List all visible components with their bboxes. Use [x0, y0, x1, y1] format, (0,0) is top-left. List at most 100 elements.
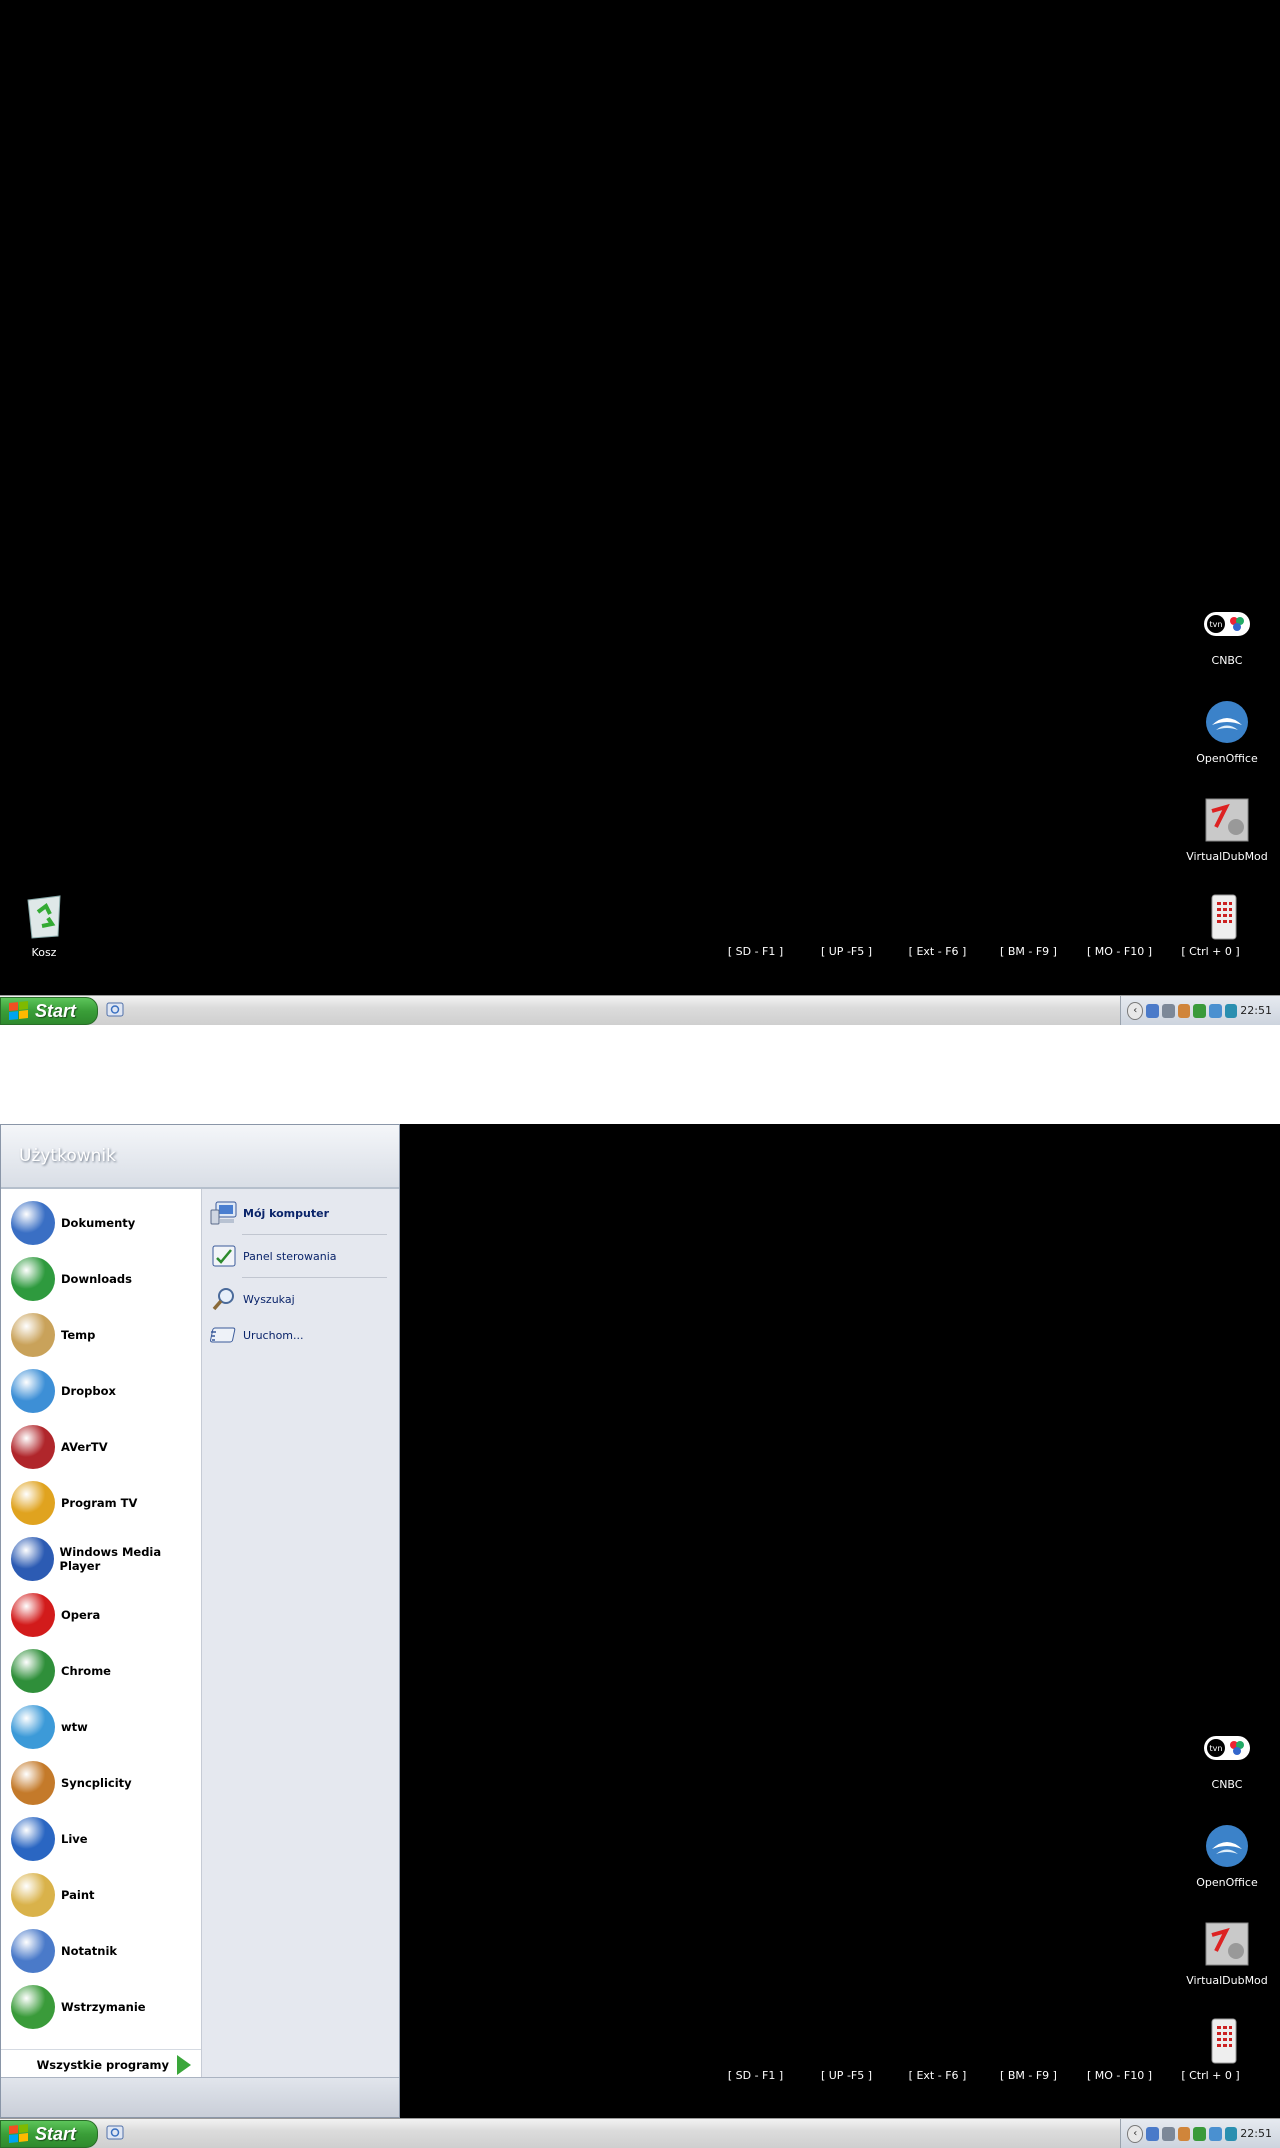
place-item-control-panel[interactable]: Panel sterowania [202, 1238, 399, 1274]
tray-expand-icon[interactable]: ‹ [1127, 1001, 1144, 1020]
program-item[interactable]: Dokumenty [1, 1195, 201, 1251]
place-item-my-computer[interactable]: Mój komputer [202, 1195, 399, 1231]
tray-clock[interactable]: 22:51 [1240, 2127, 1272, 2140]
program-item[interactable]: Opera [1, 1587, 201, 1643]
desktop-background: tvn CNBC OpenOffice VirtualDubMod [ SD -… [0, 1124, 1280, 2119]
program-label: Downloads [61, 1272, 132, 1286]
desktop-icon-cnbc[interactable]: tvn CNBC [1182, 1724, 1272, 1791]
hibernate-icon [11, 1985, 55, 2029]
desktop-screen-1: tvn CNBC OpenOffice VirtualDubMod Kosz [… [0, 0, 1280, 1025]
tray-app-icon[interactable] [1209, 1003, 1222, 1018]
remote-control-icon[interactable] [1210, 894, 1244, 940]
program-item[interactable]: Dropbox [1, 1363, 201, 1419]
remote-control-icon[interactable] [1210, 2018, 1244, 2064]
tvn-cnbc-icon: tvn [1203, 1724, 1251, 1772]
svg-text:tvn: tvn [1210, 1744, 1223, 1753]
windows-flag-icon [9, 2124, 29, 2144]
program-item[interactable]: AVerTV [1, 1419, 201, 1475]
program-label: Live [61, 1832, 88, 1846]
place-item-search[interactable]: Wyszukaj [202, 1281, 399, 1317]
hotkey-hint: [ Ext - F6 ] [908, 2069, 967, 2082]
start-menu-header: Użytkownik [1, 1125, 399, 1189]
program-item[interactable]: Windows Media Player [1, 1531, 201, 1587]
desktop-icon-recycle-bin[interactable]: Kosz [0, 892, 89, 959]
program-label: Chrome [61, 1664, 111, 1678]
notepad-icon [11, 1929, 55, 1973]
quick-launch-show-desktop-icon[interactable] [106, 2124, 126, 2144]
desktop-icon-label: VirtualDubMod [1186, 1974, 1268, 1987]
hotkey-hint: [ BM - F9 ] [1000, 2069, 1057, 2082]
start-menu-programs: Dokumenty Downloads Temp Dropbox AVerTV Progr… [1, 1189, 201, 2079]
desktop-icon-virtualdubmod[interactable]: VirtualDubMod [1182, 796, 1272, 863]
quick-launch-show-desktop-icon[interactable] [106, 1001, 126, 1021]
start-button[interactable]: Start [0, 2120, 98, 2148]
tray-expand-icon[interactable]: ‹ [1127, 2124, 1144, 2143]
all-programs-button[interactable]: Wszystkie programy [1, 2049, 201, 2079]
program-item[interactable]: Notatnik [1, 1923, 201, 1979]
program-label: AVerTV [61, 1440, 108, 1454]
hotkey-hints: [ SD - F1 ] [ UP -F5 ] [ Ext - F6 ] [ BM… [710, 2069, 1256, 2082]
program-item[interactable]: Syncplicity [1, 1755, 201, 1811]
tray-app-icon[interactable] [1177, 1003, 1191, 1018]
search-icon [209, 1284, 239, 1314]
svg-text:tvn: tvn [1210, 620, 1223, 629]
tray-app-icon[interactable] [1193, 1003, 1207, 1018]
program-item[interactable]: Temp [1, 1307, 201, 1363]
place-item-run[interactable]: Uruchom... [202, 1317, 399, 1353]
program-item[interactable]: Wstrzymanie [1, 1979, 201, 2035]
tray-volume-icon[interactable] [1224, 2126, 1238, 2141]
tray-network-icon[interactable] [1162, 2126, 1175, 2141]
program-label: Notatnik [61, 1944, 118, 1958]
program-item[interactable]: Paint [1, 1867, 201, 1923]
program-label: Temp [61, 1328, 96, 1342]
opera-icon [11, 1593, 55, 1637]
openoffice-icon [1203, 1822, 1251, 1870]
desktop-background: tvn CNBC OpenOffice VirtualDubMod Kosz [… [0, 0, 1280, 995]
syncplicity-icon [11, 1761, 55, 1805]
hotkey-hint: [ MO - F10 ] [1086, 2069, 1152, 2082]
program-item[interactable]: wtw [1, 1699, 201, 1755]
windows-flag-icon [9, 1001, 29, 1021]
chrome-icon [11, 1649, 55, 1693]
desktop-icon-label: CNBC [1211, 1778, 1243, 1791]
tray-app-icon[interactable] [1193, 2126, 1207, 2141]
desktop-icon-openoffice[interactable]: OpenOffice [1182, 698, 1272, 765]
program-label: Opera [61, 1608, 101, 1622]
desktop-icon-virtualdubmod[interactable]: VirtualDubMod [1182, 1920, 1272, 1987]
user-name: Użytkownik [19, 1146, 116, 1166]
program-label: Syncplicity [61, 1776, 132, 1790]
program-item[interactable]: Downloads [1, 1251, 201, 1307]
place-label: Mój komputer [243, 1206, 329, 1220]
hotkey-hint: [ UP -F5 ] [820, 945, 873, 958]
wtw-icon [11, 1705, 55, 1749]
run-icon [209, 1320, 239, 1350]
program-item[interactable]: Chrome [1, 1643, 201, 1699]
tray-app-icon[interactable] [1177, 2126, 1191, 2141]
system-tray: ‹ 22:51 [1120, 2119, 1280, 2148]
start-button[interactable]: Start [0, 997, 98, 1025]
program-item[interactable]: Live [1, 1811, 201, 1867]
start-label: Start [35, 1000, 77, 1021]
desktop-icon-label: VirtualDubMod [1186, 850, 1268, 863]
start-menu-footer [1, 2077, 399, 2117]
paint-icon [11, 1873, 55, 1917]
hotkey-hint: [ SD - F1 ] [727, 945, 784, 958]
tray-app-icon[interactable] [1146, 1003, 1160, 1018]
desktop-icon-openoffice[interactable]: OpenOffice [1182, 1822, 1272, 1889]
tray-app-icon[interactable] [1209, 2126, 1222, 2141]
hourglass-icon [11, 1313, 55, 1357]
hotkey-hint: [ MO - F10 ] [1086, 945, 1152, 958]
program-label: Wstrzymanie [61, 2000, 146, 2014]
program-item[interactable]: Program TV [1, 1475, 201, 1531]
taskbar: Start ‹ 22:51 [0, 995, 1280, 1025]
place-label: Panel sterowania [243, 1249, 337, 1263]
tray-network-icon[interactable] [1162, 1003, 1175, 1018]
program-tv-icon [11, 1481, 55, 1525]
tray-volume-icon[interactable] [1224, 1003, 1238, 1018]
windows-live-icon [11, 1817, 55, 1861]
desktop-icon-cnbc[interactable]: tvn CNBC [1182, 600, 1272, 667]
tray-app-icon[interactable] [1146, 2126, 1160, 2141]
tray-clock[interactable]: 22:51 [1240, 1004, 1272, 1017]
openoffice-icon [1203, 698, 1251, 746]
media-player-icon [11, 1537, 54, 1581]
